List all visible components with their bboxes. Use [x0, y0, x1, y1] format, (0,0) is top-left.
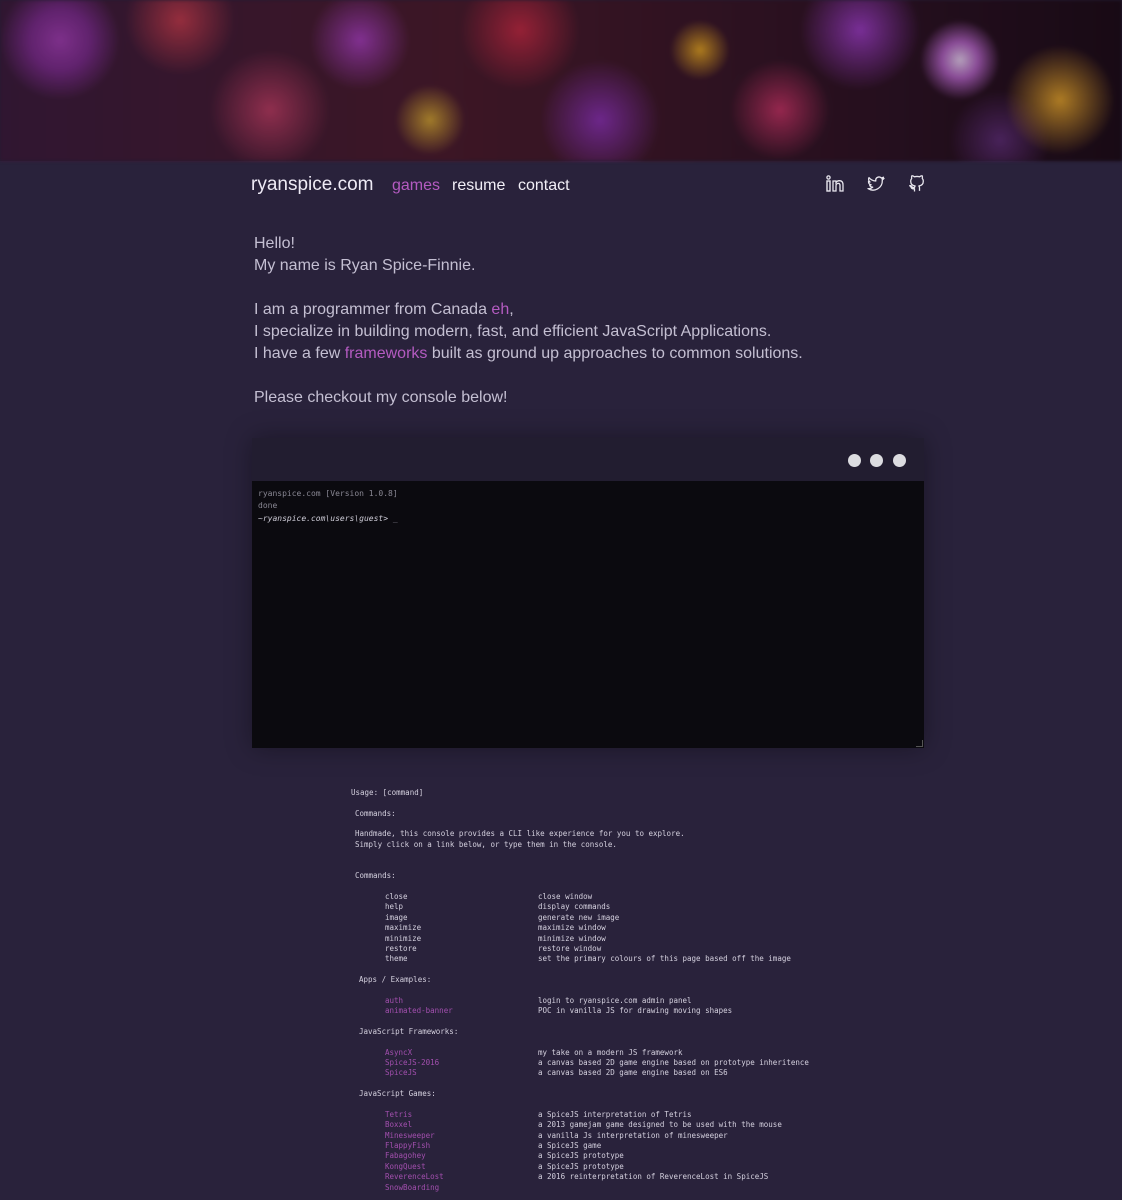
twitter-icon[interactable]: [866, 174, 886, 194]
help-description: Handmade, this console provides a CLI li…: [355, 829, 685, 838]
console-titlebar[interactable]: [252, 438, 924, 481]
frameworks-post: built as ground up approaches to common …: [427, 345, 803, 362]
name-line: My name is Ryan Spice-Finnie.: [254, 257, 476, 274]
command-animated-banner[interactable]: animated-banner: [385, 1006, 453, 1016]
command-description: set the primary colours of this page bas…: [538, 954, 791, 964]
console-invite: Please checkout my console below!: [254, 389, 508, 406]
command-description: display commands: [538, 902, 611, 912]
nav-link-contact[interactable]: contact: [518, 177, 570, 195]
command-flappyfish[interactable]: FlappyFish: [385, 1141, 430, 1151]
nav-link-resume[interactable]: resume: [452, 177, 505, 195]
command-image[interactable]: image: [385, 913, 408, 923]
banner-overlay: [0, 0, 1122, 161]
console-cursor: _: [392, 514, 398, 523]
command-description: minimize window: [538, 933, 606, 943]
console-output[interactable]: ryanspice.com [Version 1.0.8] done ~ryan…: [252, 481, 924, 748]
console-version: ryanspice.com [Version 1.0.8]: [258, 489, 398, 498]
command-close[interactable]: close: [385, 892, 408, 902]
command-snowboarding[interactable]: SnowBoarding: [385, 1183, 439, 1193]
greeting: Hello!: [254, 235, 295, 252]
console-close-button[interactable]: [893, 454, 906, 467]
top-nav: ryanspice.com games resume contact: [251, 172, 931, 200]
command-description: a vanilla Js interpretation of minesweep…: [538, 1130, 728, 1140]
command-auth[interactable]: auth: [385, 996, 403, 1006]
command-boxxel[interactable]: Boxxel: [385, 1120, 412, 1130]
nav-link-games[interactable]: games: [392, 177, 440, 195]
help-apps-header: Apps / Examples:: [359, 974, 432, 984]
help-commands-header: Commands:: [355, 871, 396, 880]
console-prompt: ~ryanspice.com\users\guest>: [258, 514, 389, 523]
linkedin-icon[interactable]: [825, 174, 845, 194]
specialty-line: I specialize in building modern, fast, a…: [254, 323, 772, 340]
command-fabagohey[interactable]: Fabagohey: [385, 1151, 426, 1161]
console-resize-handle[interactable]: [916, 740, 923, 747]
command-asyncx[interactable]: AsyncX: [385, 1048, 412, 1058]
console-window: ryanspice.com [Version 1.0.8] done ~ryan…: [252, 438, 924, 748]
command-kongquest[interactable]: KongQuest: [385, 1162, 426, 1172]
help-commands-header: Commands:: [355, 809, 396, 818]
command-tetris[interactable]: Tetris: [385, 1110, 412, 1120]
github-icon[interactable]: [907, 174, 927, 194]
site-brand[interactable]: ryanspice.com: [251, 174, 374, 196]
command-description: a SpiceJS prototype: [538, 1151, 624, 1161]
command-description: generate new image: [538, 912, 620, 922]
location-comma: ,: [509, 301, 514, 318]
command-description: restore window: [538, 944, 602, 953]
console-minimize-button[interactable]: [848, 454, 861, 467]
command-description: POC in vanilla JS for drawing moving sha…: [538, 1006, 733, 1016]
command-description: a canvas based 2D game engine based on p…: [538, 1058, 809, 1067]
command-description: a SpiceJS game: [538, 1141, 602, 1150]
intro-text: Hello! My name is Ryan Spice-Finnie. I a…: [254, 233, 874, 409]
command-help[interactable]: help: [385, 902, 403, 912]
command-theme[interactable]: theme: [385, 954, 408, 964]
command-spicejs-2016[interactable]: SpiceJS-2016: [385, 1058, 439, 1068]
command-description: a canvas based 2D game engine based on E…: [538, 1068, 728, 1078]
command-spicejs[interactable]: SpiceJS: [385, 1068, 417, 1078]
command-description: a SpiceJS interpretation of Tetris: [538, 1109, 692, 1119]
console-input-line[interactable]: ~ryanspice.com\users\guest> _: [258, 513, 398, 525]
console-maximize-button[interactable]: [870, 454, 883, 467]
location-line: I am a programmer from Canada eh,: [254, 299, 874, 321]
command-description: login to ryanspice.com admin panel: [538, 995, 692, 1005]
frameworks-line: I have a few frameworks built as ground …: [254, 343, 874, 365]
command-restore[interactable]: restore: [385, 944, 417, 954]
command-description: close window: [538, 892, 593, 901]
frameworks-link[interactable]: frameworks: [345, 345, 428, 362]
location-text: I am a programmer from Canada: [254, 301, 492, 318]
help-description: Simply click on a link below, or type th…: [355, 840, 617, 849]
command-description: a 2013 gamejam game designed to be used …: [538, 1120, 782, 1130]
help-games-header: JavaScript Games:: [359, 1088, 436, 1098]
command-description: my take on a modern JS framework: [538, 1047, 683, 1057]
console-status: done: [258, 501, 278, 510]
command-description: maximize window: [538, 923, 606, 933]
help-usage: Usage: [command]: [351, 788, 424, 797]
command-description: a 2016 reinterpretation of ReverenceLost…: [538, 1172, 769, 1182]
eh-link[interactable]: eh: [491, 301, 509, 318]
command-minesweeper[interactable]: Minesweeper: [385, 1131, 435, 1141]
command-description: a SpiceJS prototype: [538, 1161, 624, 1171]
help-frameworks-header: JavaScript Frameworks:: [359, 1026, 459, 1036]
frameworks-pre: I have a few: [254, 345, 345, 362]
command-minimize[interactable]: minimize: [385, 934, 421, 944]
command-maximize[interactable]: maximize: [385, 923, 421, 933]
command-reverencelost[interactable]: ReverenceLost: [385, 1172, 444, 1182]
